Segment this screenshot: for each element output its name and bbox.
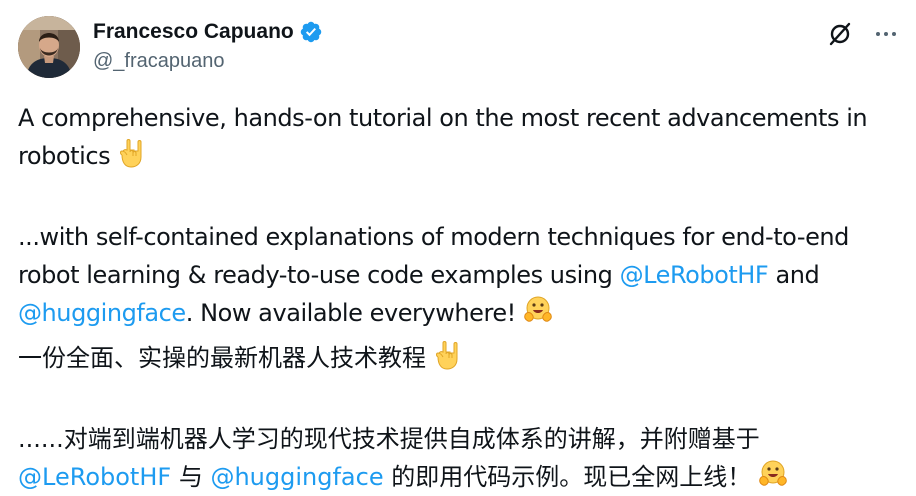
tweet-text-segment: 一份全面、实操的最新机器人技术教程	[18, 344, 426, 372]
hugging-face-emoji	[757, 458, 789, 496]
name-row: Francesco Capuano	[93, 18, 323, 46]
mention-huggingface[interactable]: @huggingface	[18, 299, 186, 327]
sign-of-the-horns-emoji	[432, 339, 464, 382]
mention-huggingface[interactable]: @huggingface	[210, 463, 383, 491]
author-handle[interactable]: @_fracapuano	[93, 50, 323, 73]
header-actions	[826, 20, 900, 48]
sign-of-the-horns-emoji	[116, 137, 148, 180]
more-icon[interactable]	[872, 20, 900, 48]
tweet-text-segment: . Now available everywhere!	[185, 299, 517, 327]
hugging-face-emoji	[522, 294, 554, 337]
tweet-paragraph-1: A comprehensive, hands-on tutorial on th…	[18, 99, 908, 180]
tweet-text: A comprehensive, hands-on tutorial on th…	[18, 99, 908, 496]
tweet-paragraph-4: ......对端到端机器人学习的现代技术提供自成体系的讲解，并附赠基于 @LeRo…	[18, 420, 908, 496]
tweet-paragraph-3: 一份全面、实操的最新机器人技术教程	[18, 339, 908, 382]
tweet-text-segment: 与	[178, 463, 203, 491]
tweet-text-segment: and	[775, 261, 820, 289]
avatar-photo	[18, 16, 80, 78]
tweet-text-segment: 的即用代码示例。现已全网上线！	[391, 463, 752, 491]
tweet-card: Francesco Capuano @_fracapuano A compreh…	[0, 0, 916, 496]
avatar[interactable]	[18, 16, 80, 78]
mention-lerobothf[interactable]: @LeRobotHF	[620, 261, 769, 289]
mention-lerobothf[interactable]: @LeRobotHF	[18, 463, 171, 491]
author-display-name[interactable]: Francesco Capuano	[93, 20, 294, 44]
tweet-paragraph-2: ...with self-contained explanations of m…	[18, 218, 908, 337]
tweet-header: Francesco Capuano @_fracapuano	[18, 16, 900, 80]
verified-badge-icon[interactable]	[299, 20, 323, 44]
author-block: Francesco Capuano @_fracapuano	[93, 18, 323, 73]
grok-icon[interactable]	[826, 20, 854, 48]
tweet-text-segment: ......对端到端机器人学习的现代技术提供自成体系的讲解，并附赠基于	[18, 425, 760, 453]
